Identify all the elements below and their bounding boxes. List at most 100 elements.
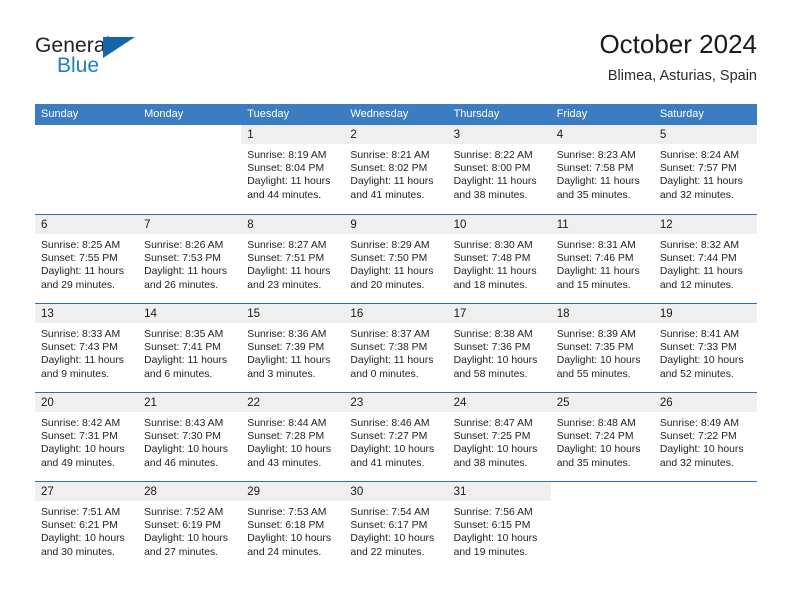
day-banner: 6	[35, 215, 139, 234]
day-banner: 21	[138, 393, 242, 412]
day-info: Sunrise: 7:51 AM Sunset: 6:21 PM Dayligh…	[35, 501, 138, 559]
sunset-text: Sunset: 7:44 PM	[659, 253, 737, 265]
sunset-text: Sunset: 7:36 PM	[453, 342, 531, 354]
day-info	[551, 501, 654, 506]
sunset-text: Sunset: 7:38 PM	[350, 342, 428, 354]
sunset-text: Sunset: 6:15 PM	[453, 520, 531, 532]
day-number: 29	[247, 486, 261, 498]
daylight-text-line2: and 41 minutes.	[350, 189, 425, 201]
daylight-text-line2: and 32 minutes.	[659, 189, 734, 201]
daylight-text-line1: Daylight: 11 hours	[350, 355, 434, 367]
daylight-text-line1: Daylight: 11 hours	[247, 176, 331, 188]
day-cell: 6 Sunrise: 8:25 AM Sunset: 7:55 PM Dayli…	[35, 215, 139, 303]
daylight-text-line2: and 6 minutes.	[144, 368, 213, 380]
sunrise-text: Sunrise: 8:31 AM	[556, 240, 636, 251]
day-info: Sunrise: 7:54 AM Sunset: 6:17 PM Dayligh…	[344, 501, 447, 559]
day-cell: 1 Sunrise: 8:19 AM Sunset: 8:04 PM Dayli…	[241, 125, 345, 214]
daylight-text-line2: and 22 minutes.	[350, 546, 425, 558]
daylight-text-line1: Daylight: 10 hours	[453, 533, 538, 545]
day-cell: 31 Sunrise: 7:56 AM Sunset: 6:15 PM Dayl…	[447, 482, 551, 570]
sunrise-text: Sunrise: 8:25 AM	[41, 240, 121, 251]
sunset-text: Sunset: 7:24 PM	[556, 431, 634, 443]
daylight-text-line1: Daylight: 11 hours	[659, 176, 743, 188]
sunrise-text: Sunrise: 8:35 AM	[144, 329, 224, 340]
sunset-text: Sunset: 7:51 PM	[247, 253, 325, 265]
day-banner: 10	[447, 215, 551, 234]
day-cell: 29 Sunrise: 7:53 AM Sunset: 6:18 PM Dayl…	[241, 482, 345, 570]
daylight-text-line1: Daylight: 10 hours	[556, 444, 641, 456]
day-banner: 12	[653, 215, 757, 234]
sunrise-text: Sunrise: 8:41 AM	[659, 329, 739, 340]
sunset-text: Sunset: 7:57 PM	[659, 163, 737, 175]
daylight-text-line2: and 46 minutes.	[144, 457, 219, 469]
daylight-text-line2: and 38 minutes.	[453, 189, 528, 201]
daylight-text-line1: Daylight: 10 hours	[247, 444, 332, 456]
week-row: 27 Sunrise: 7:51 AM Sunset: 6:21 PM Dayl…	[35, 481, 757, 570]
day-number: 7	[144, 219, 151, 231]
day-banner: 24	[447, 393, 551, 412]
day-cell: 9 Sunrise: 8:29 AM Sunset: 7:50 PM Dayli…	[344, 215, 448, 303]
day-cell: 14 Sunrise: 8:35 AM Sunset: 7:41 PM Dayl…	[138, 304, 242, 392]
sunset-text: Sunset: 6:21 PM	[41, 520, 118, 532]
daylight-text-line1: Daylight: 10 hours	[144, 444, 228, 456]
sunrise-text: Sunrise: 8:46 AM	[350, 418, 430, 429]
daylight-text-line2: and 32 minutes.	[659, 457, 734, 469]
daylight-text-line1: Daylight: 11 hours	[350, 266, 434, 278]
daylight-text-line2: and 41 minutes.	[350, 457, 425, 469]
day-cell: 11 Sunrise: 8:31 AM Sunset: 7:46 PM Dayl…	[550, 215, 654, 303]
sunrise-text: Sunrise: 8:43 AM	[144, 418, 224, 429]
sunset-text: Sunset: 7:25 PM	[453, 431, 531, 443]
day-cell: 20 Sunrise: 8:42 AM Sunset: 7:31 PM Dayl…	[35, 393, 139, 481]
sunrise-text: Sunrise: 8:36 AM	[247, 329, 327, 340]
day-info: Sunrise: 8:41 AM Sunset: 7:33 PM Dayligh…	[654, 323, 757, 381]
day-cell: 25 Sunrise: 8:48 AM Sunset: 7:24 PM Dayl…	[550, 393, 654, 481]
sunrise-text: Sunrise: 8:27 AM	[247, 240, 327, 251]
daylight-text-line2: and 23 minutes.	[247, 279, 322, 291]
day-banner: 18	[550, 304, 654, 323]
day-banner: 7	[138, 215, 242, 234]
day-banner: 8	[241, 215, 345, 234]
daylight-text-line2: and 30 minutes.	[41, 546, 115, 558]
day-info	[35, 144, 138, 149]
daylight-text-line2: and 43 minutes.	[247, 457, 322, 469]
calendar-grid: Sunday Monday Tuesday Wednesday Thursday…	[35, 104, 757, 570]
daylight-text-line2: and 24 minutes.	[247, 546, 322, 558]
day-banner	[551, 482, 654, 501]
day-cell: 13 Sunrise: 8:33 AM Sunset: 7:43 PM Dayl…	[35, 304, 139, 392]
sunrise-text: Sunrise: 7:52 AM	[144, 507, 224, 518]
sunset-text: Sunset: 7:46 PM	[556, 253, 634, 265]
daylight-text-line1: Daylight: 11 hours	[556, 266, 640, 278]
daylight-text-line2: and 49 minutes.	[41, 457, 115, 469]
day-cell: 16 Sunrise: 8:37 AM Sunset: 7:38 PM Dayl…	[344, 304, 448, 392]
daylight-text-line1: Daylight: 11 hours	[144, 266, 228, 278]
daylight-text-line2: and 20 minutes.	[350, 279, 425, 291]
day-number: 8	[247, 219, 254, 231]
day-number: 22	[247, 397, 261, 409]
sunset-text: Sunset: 7:55 PM	[41, 253, 118, 265]
day-number: 9	[350, 219, 357, 231]
day-info: Sunrise: 8:32 AM Sunset: 7:44 PM Dayligh…	[654, 234, 757, 292]
day-cell: 10 Sunrise: 8:30 AM Sunset: 7:48 PM Dayl…	[447, 215, 551, 303]
daylight-text-line2: and 9 minutes.	[41, 368, 110, 380]
day-banner	[654, 482, 757, 501]
day-cell: 2 Sunrise: 8:21 AM Sunset: 8:02 PM Dayli…	[344, 125, 448, 214]
daylight-text-line2: and 15 minutes.	[556, 279, 631, 291]
day-info: Sunrise: 8:47 AM Sunset: 7:25 PM Dayligh…	[448, 412, 551, 470]
day-number: 19	[659, 308, 673, 320]
sunrise-text: Sunrise: 8:22 AM	[453, 150, 533, 161]
day-banner	[35, 125, 138, 144]
day-info: Sunrise: 8:49 AM Sunset: 7:22 PM Dayligh…	[654, 412, 757, 470]
sunrise-text: Sunrise: 7:51 AM	[41, 507, 121, 518]
day-number: 25	[556, 397, 570, 409]
daylight-text-line2: and 3 minutes.	[247, 368, 316, 380]
daylight-text-line2: and 19 minutes.	[453, 546, 528, 558]
day-number: 13	[41, 308, 54, 320]
day-banner: 5	[653, 125, 757, 144]
daylight-text-line1: Daylight: 10 hours	[453, 355, 538, 367]
day-number: 26	[659, 397, 673, 409]
sunrise-text: Sunrise: 8:21 AM	[350, 150, 430, 161]
day-cell: 24 Sunrise: 8:47 AM Sunset: 7:25 PM Dayl…	[447, 393, 551, 481]
daylight-text-line1: Daylight: 11 hours	[453, 266, 537, 278]
weekday-header-tuesday: Tuesday	[247, 108, 290, 120]
day-cell: 17 Sunrise: 8:38 AM Sunset: 7:36 PM Dayl…	[447, 304, 551, 392]
